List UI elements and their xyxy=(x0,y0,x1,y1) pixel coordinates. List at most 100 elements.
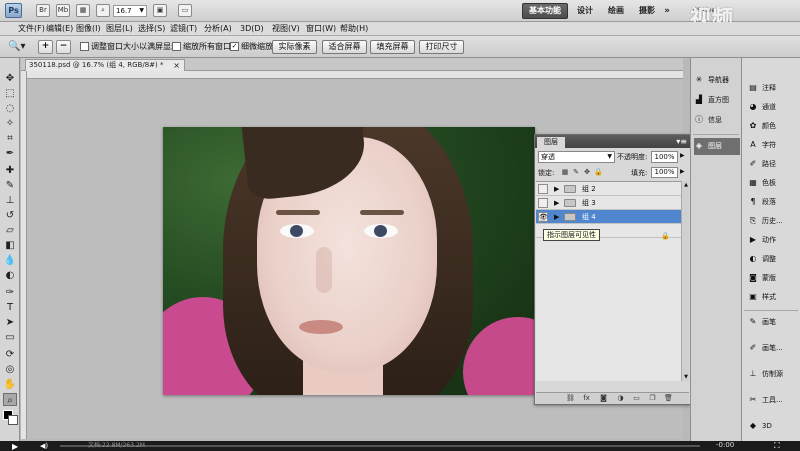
dock-character[interactable]: A 字符 xyxy=(748,137,776,154)
dock-swatches[interactable]: ▦ 色板 xyxy=(748,175,776,192)
new-group-icon[interactable]: ▭ xyxy=(632,394,641,403)
hand-zoom-icon[interactable]: ⌕ xyxy=(96,4,110,17)
workspace-essentials-button[interactable]: 基本功能 xyxy=(522,3,568,19)
brush-tool-icon[interactable]: ✎ xyxy=(3,179,17,192)
zoom-out-button[interactable]: − xyxy=(56,40,71,54)
document-tab[interactable]: 350118.psd @ 16.7% (组 4, RGB/8#) * × xyxy=(25,59,185,71)
dock-history[interactable]: ⎘ 历史... xyxy=(748,213,783,230)
shape-tool-icon[interactable]: ▭ xyxy=(3,331,17,344)
actual-pixels-button[interactable]: 实际像素 xyxy=(272,40,317,54)
dock-clone-source[interactable]: ⊥ 仿制源 xyxy=(748,366,783,383)
screen-mode-icon[interactable]: ▭ xyxy=(178,4,192,17)
menu-3d[interactable]: 3D(D) xyxy=(240,23,264,35)
scrubby-zoom-checkbox[interactable]: ✓ xyxy=(230,42,239,51)
adjustment-layer-icon[interactable]: ◑ xyxy=(616,394,625,403)
add-mask-icon[interactable]: ◙ xyxy=(599,394,608,403)
healing-brush-tool-icon[interactable]: ✚ xyxy=(3,164,17,177)
menu-layer[interactable]: 图层(L) xyxy=(106,23,133,35)
type-tool-icon[interactable]: T xyxy=(3,301,17,314)
fill-screen-button[interactable]: 填充屏幕 xyxy=(370,40,415,54)
expand-triangle-icon[interactable]: ▶ xyxy=(554,212,559,222)
dock-tool-presets[interactable]: ✂ 工具... xyxy=(748,392,783,409)
blur-tool-icon[interactable]: 💧 xyxy=(3,254,17,267)
scroll-up-icon[interactable]: ▲ xyxy=(682,181,690,189)
workspace-painting-button[interactable]: 绘画 xyxy=(602,3,630,19)
scroll-down-icon[interactable]: ▼ xyxy=(682,373,690,381)
close-icon[interactable]: × xyxy=(173,60,180,71)
fit-screen-button[interactable]: 适合屏幕 xyxy=(322,40,367,54)
dock-brush-presets[interactable]: ✐ 画笔... xyxy=(748,340,783,357)
gradient-tool-icon[interactable]: ◧ xyxy=(3,239,17,252)
menu-window[interactable]: 窗口(W) xyxy=(306,23,336,35)
expand-triangle-icon[interactable]: ▶ xyxy=(554,184,559,194)
fullscreen-icon[interactable]: ⛶ xyxy=(774,441,780,450)
eraser-tool-icon[interactable]: ▱ xyxy=(3,224,17,237)
menu-view[interactable]: 视图(V) xyxy=(272,23,300,35)
background-color-swatch[interactable] xyxy=(8,415,18,425)
panel-menu-icon[interactable]: ▾≡ xyxy=(676,136,687,147)
layer-row[interactable]: ▶ 组 2 xyxy=(536,182,681,196)
eyedropper-tool-icon[interactable]: ✒ xyxy=(3,147,17,160)
hand-tool-icon[interactable]: ✋ xyxy=(3,378,17,391)
layers-scrollbar[interactable]: ▲ ▼ xyxy=(681,181,689,381)
dock-masks[interactable]: ◙ 蒙版 xyxy=(748,270,776,287)
path-selection-tool-icon[interactable]: ➤ xyxy=(3,316,17,329)
menu-analysis[interactable]: 分析(A) xyxy=(204,23,232,35)
fill-slider-icon[interactable]: ▶ xyxy=(680,168,685,175)
progress-track[interactable] xyxy=(60,445,700,447)
lasso-tool-icon[interactable]: ◌ xyxy=(3,102,17,115)
3d-rotate-tool-icon[interactable]: ⟳ xyxy=(3,348,17,361)
pen-tool-icon[interactable]: ✑ xyxy=(3,286,17,299)
dodge-tool-icon[interactable]: ◐ xyxy=(3,269,17,282)
volume-icon[interactable]: ◀) xyxy=(40,442,48,451)
layer-row-selected[interactable]: 👁 ▶ 组 4 xyxy=(536,210,681,224)
print-size-button[interactable]: 打印尺寸 xyxy=(419,40,464,54)
horizontal-ruler[interactable] xyxy=(27,71,683,79)
workspace-design-button[interactable]: 设计 xyxy=(571,3,599,19)
dock-adjustments[interactable]: ◐ 调整 xyxy=(748,251,777,268)
dock-notes[interactable]: ▤ 注释 xyxy=(748,80,776,97)
layers-panel-tab[interactable]: 图层 xyxy=(537,137,565,148)
dock-channels[interactable]: ◕ 通道 xyxy=(748,99,777,116)
dock-actions[interactable]: ▶ 动作 xyxy=(748,232,776,249)
menu-help[interactable]: 帮助(H) xyxy=(340,23,368,35)
dock-styles[interactable]: ▣ 样式 xyxy=(748,289,776,306)
zoom-tool-active-icon[interactable]: ⌕ xyxy=(3,393,17,406)
view-extras-icon[interactable]: ▦ xyxy=(76,4,90,17)
clone-stamp-tool-icon[interactable]: ⊥ xyxy=(3,194,17,207)
menu-edit[interactable]: 编辑(E) xyxy=(46,23,73,35)
lock-image-icon[interactable]: ✎ xyxy=(572,168,580,176)
dock-paragraph[interactable]: ¶ 段落 xyxy=(748,194,776,211)
workspace-photography-button[interactable]: 摄影 xyxy=(633,3,661,19)
dock-paths[interactable]: ✐ 路径 xyxy=(748,156,776,173)
menu-select[interactable]: 选择(S) xyxy=(138,23,165,35)
document-photo[interactable] xyxy=(163,127,535,395)
move-tool-icon[interactable]: ✥ xyxy=(3,72,17,85)
delete-layer-icon[interactable]: 🗑 xyxy=(664,394,673,403)
arrange-documents-icon[interactable]: ▣ xyxy=(153,4,167,17)
more-workspaces-icon[interactable]: » xyxy=(662,3,672,19)
dock-layers[interactable]: ◈ 图层 xyxy=(694,138,740,155)
zoom-in-button[interactable]: + xyxy=(38,40,53,54)
lock-transparent-icon[interactable]: ▦ xyxy=(561,168,569,176)
bridge-icon[interactable]: Br xyxy=(36,4,50,17)
lock-position-icon[interactable]: ✥ xyxy=(583,168,591,176)
dock-info[interactable]: ⓘ 信息 xyxy=(694,112,740,129)
visibility-toggle[interactable] xyxy=(538,198,548,208)
zoom-level-select[interactable]: 16.7 ▼ xyxy=(113,5,147,17)
zoom-all-windows-checkbox[interactable] xyxy=(172,42,181,51)
dock-color[interactable]: ✿ 颜色 xyxy=(748,118,776,135)
dock-brush[interactable]: ✎ 画笔 xyxy=(748,314,776,331)
resize-windows-checkbox[interactable] xyxy=(80,42,89,51)
expand-triangle-icon[interactable]: ▶ xyxy=(554,198,559,208)
magic-wand-tool-icon[interactable]: ✧ xyxy=(3,117,17,130)
new-layer-icon[interactable]: ❐ xyxy=(648,394,657,403)
history-brush-tool-icon[interactable]: ↺ xyxy=(3,209,17,222)
dock-histogram[interactable]: ▟ 直方图 xyxy=(694,92,740,109)
opacity-input[interactable]: 100% xyxy=(651,151,678,163)
menu-file[interactable]: 文件(F) xyxy=(18,23,45,35)
layer-style-icon[interactable]: fx xyxy=(582,394,591,403)
3d-orbit-tool-icon[interactable]: ◎ xyxy=(3,363,17,376)
marquee-tool-icon[interactable]: ⬚ xyxy=(3,87,17,100)
minibridge-icon[interactable]: Mb xyxy=(56,4,70,17)
